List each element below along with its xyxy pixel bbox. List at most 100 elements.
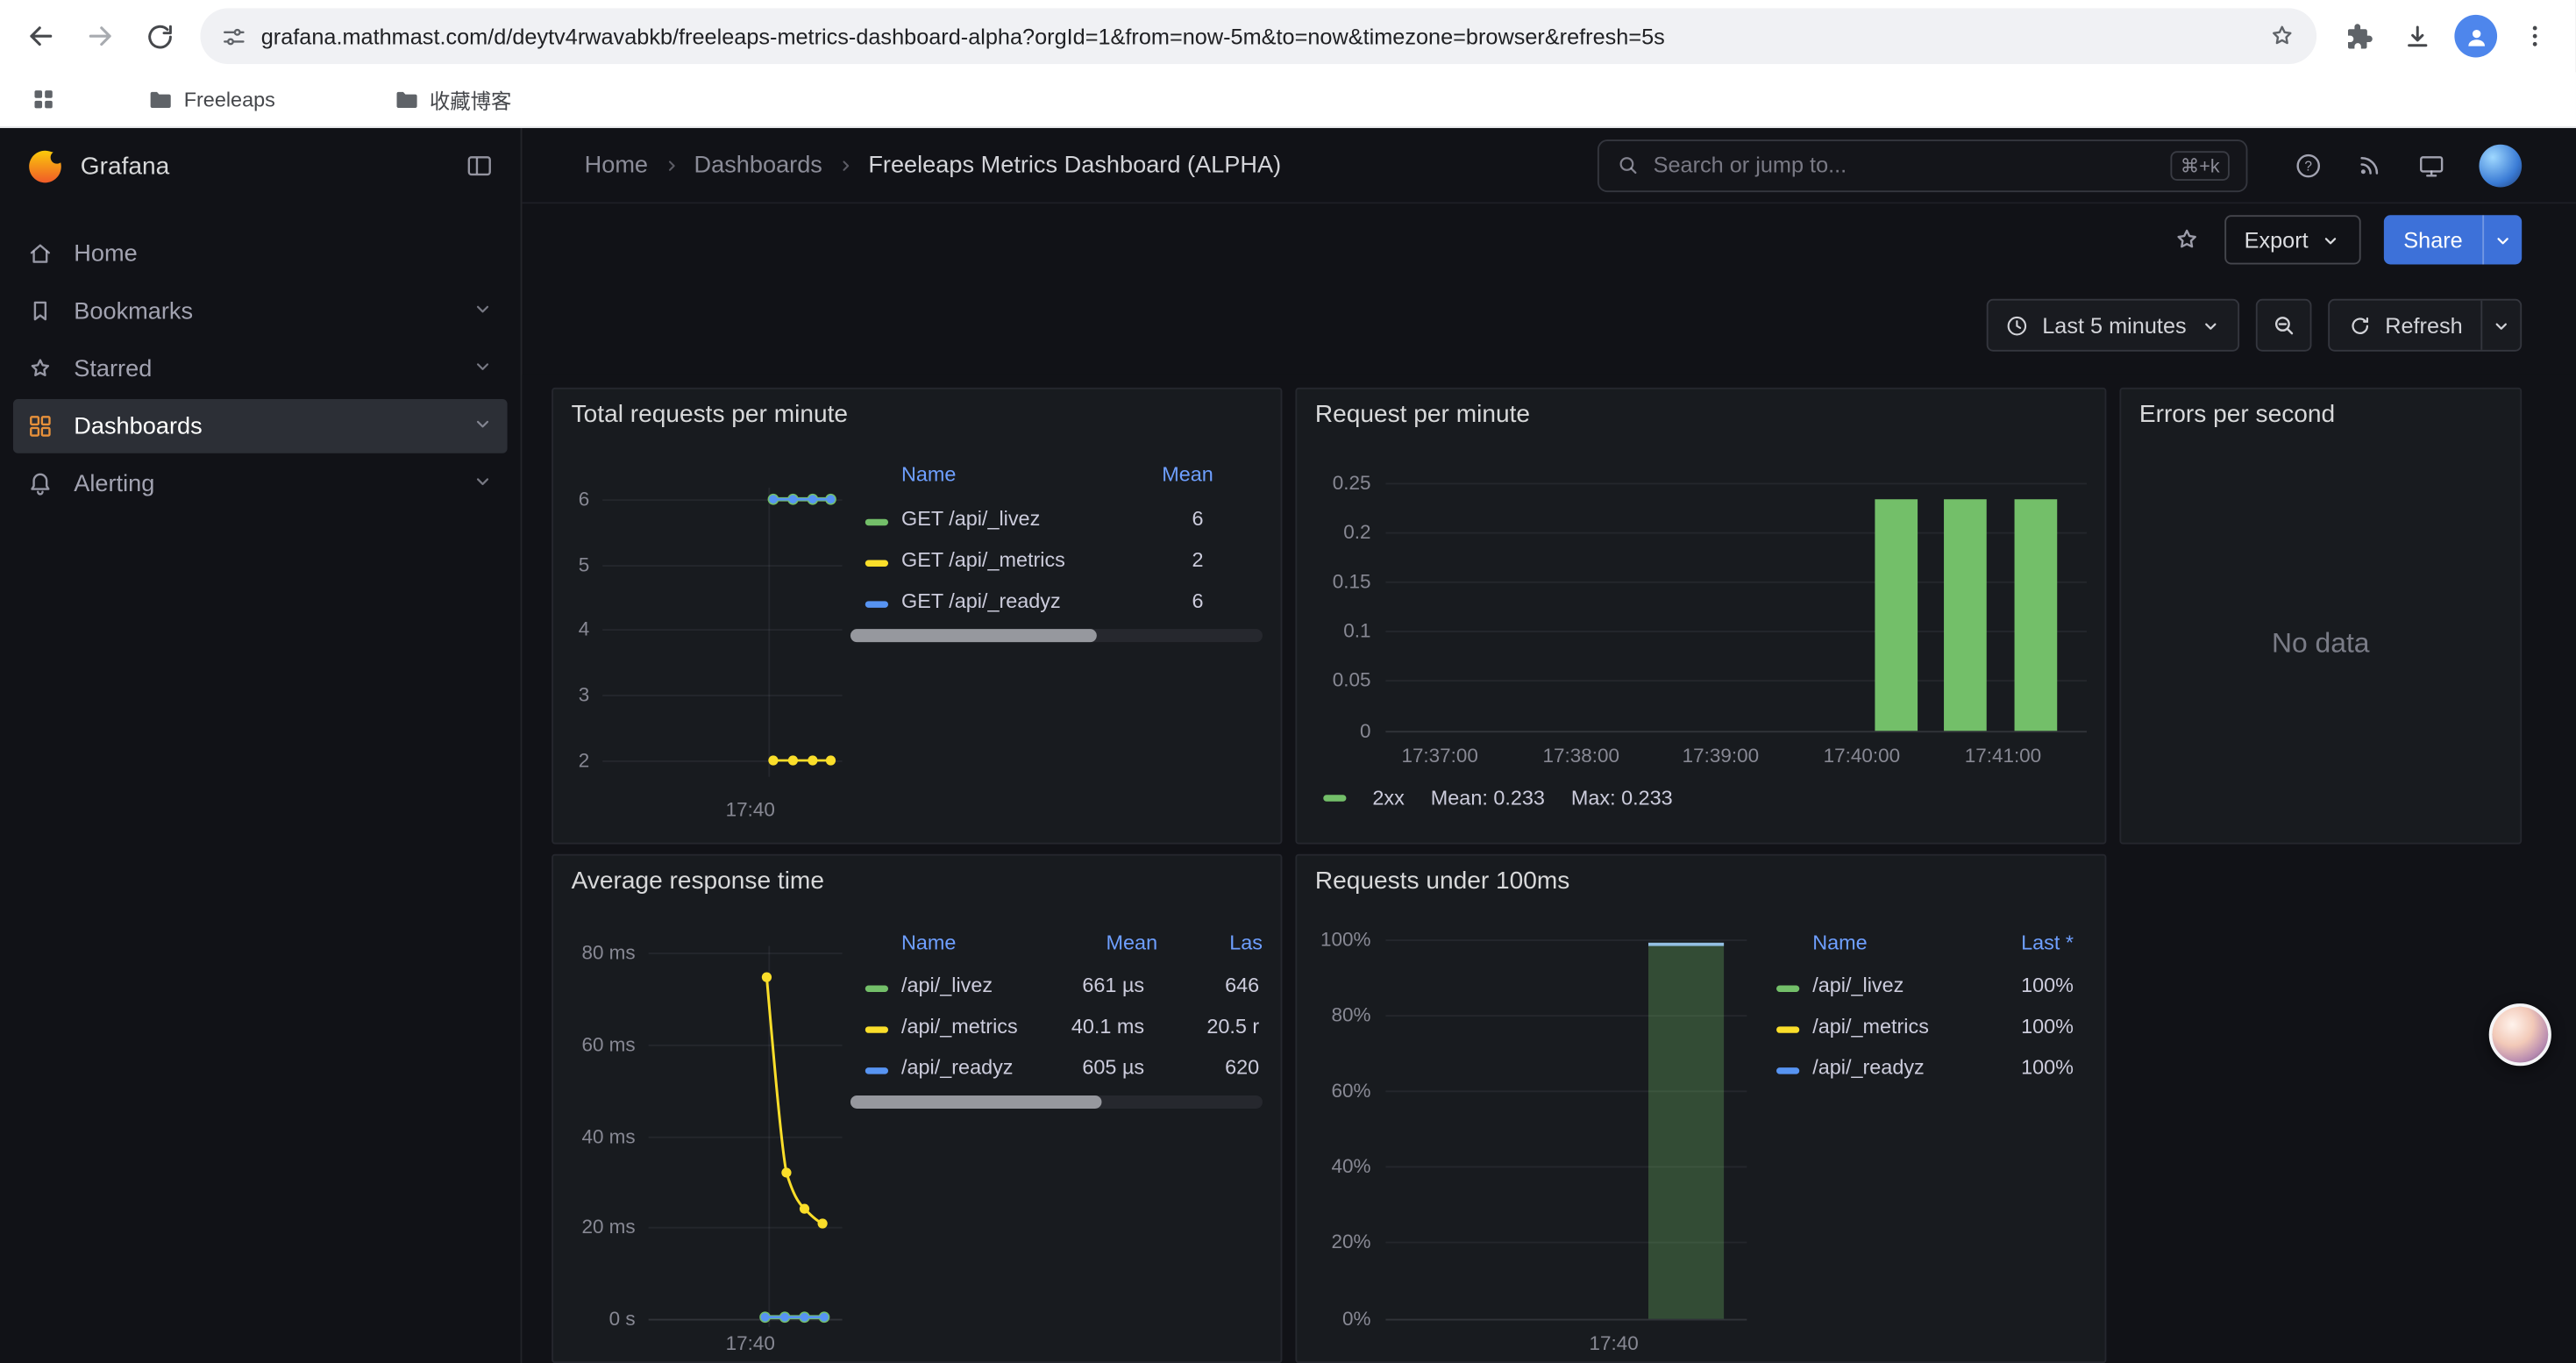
series-name[interactable]: 2xx [1372, 787, 1404, 810]
panel-title[interactable]: Requests under 100ms [1315, 867, 1569, 896]
export-label: Export [2245, 227, 2309, 252]
legend-header-name[interactable]: Name [901, 931, 956, 954]
share-button[interactable]: Share [2384, 215, 2522, 264]
panel-title[interactable]: Errors per second [2139, 401, 2335, 429]
refresh-interval-button[interactable] [2480, 301, 2520, 350]
legend-header-name[interactable]: Name [1812, 931, 1867, 954]
series-name[interactable]: GET /api/_livez [901, 508, 1040, 531]
favorite-dashboard-button[interactable] [2172, 225, 2202, 255]
panel-title[interactable]: Request per minute [1315, 401, 1530, 429]
sidebar-item-label: Home [74, 240, 137, 267]
panel-avg-response-time: Average response time 80 ms 60 ms 40 ms … [551, 854, 1282, 1363]
user-avatar[interactable] [2479, 144, 2522, 187]
bookmark-folder-blogs[interactable]: 收藏博客 [383, 79, 521, 120]
series-color-swatch [865, 601, 888, 607]
breadcrumb-home[interactable]: Home [585, 152, 648, 178]
export-button[interactable]: Export [2224, 215, 2360, 264]
series-mean: 40.1 ms [1071, 1015, 1144, 1038]
series-name[interactable]: /api/_readyz [901, 1056, 1014, 1079]
bookmark-star-icon[interactable] [2267, 21, 2297, 51]
legend-header-name[interactable]: Name [901, 463, 956, 486]
series-last: 20.5 r [1206, 1015, 1259, 1038]
y-tick: 80% [1306, 1003, 1371, 1026]
search-input[interactable] [1654, 153, 2158, 177]
series-name[interactable]: /api/_metrics [1812, 1015, 1929, 1038]
sidebar-item-label: Alerting [74, 470, 154, 496]
gridline [1385, 939, 1747, 941]
forward-button[interactable] [72, 8, 128, 64]
legend-header-last[interactable]: Last * [2021, 931, 2074, 954]
share-menu-button[interactable] [2482, 215, 2522, 264]
search-shortcut-badge: ⌘+k [2171, 150, 2230, 180]
bar-2xx[interactable] [1944, 499, 1987, 731]
y-tick: 40% [1306, 1154, 1371, 1177]
main-area: Home Dashboards Freeleaps Metrics Dashbo… [522, 128, 2575, 1363]
sidebar-item-starred[interactable]: Starred [13, 341, 508, 396]
chevron-down-icon[interactable] [471, 354, 494, 384]
series-color-swatch [865, 519, 888, 525]
legend-header-mean[interactable]: Mean [1162, 463, 1213, 486]
sidebar-item-alerting[interactable]: Alerting [13, 457, 508, 511]
search-box[interactable]: ⌘+k [1598, 139, 2248, 191]
legend-header-mean[interactable]: Mean [1107, 931, 1158, 954]
legend-scrollbar[interactable] [850, 1095, 1263, 1109]
chevron-down-icon[interactable] [471, 411, 494, 441]
puzzle-icon [2342, 20, 2373, 52]
chevron-down-icon [2492, 229, 2513, 250]
series-name[interactable]: /api/_livez [901, 974, 993, 996]
series-last: 646 [1225, 974, 1259, 996]
bookmark-folder-freeleaps[interactable]: Freeleaps [138, 82, 285, 118]
downloads-button[interactable] [2388, 8, 2444, 64]
sidebar-item-bookmarks[interactable]: Bookmarks [13, 284, 508, 339]
sidebar-item-home[interactable]: Home [13, 226, 508, 281]
time-range-picker[interactable]: Last 5 minutes [1987, 299, 2239, 352]
refresh-button[interactable]: Refresh [2330, 301, 2481, 350]
timeseries-plot[interactable] [553, 389, 1282, 845]
apps-shortcut-button[interactable] [19, 76, 65, 122]
kebab-menu-icon [2520, 21, 2550, 51]
series-name[interactable]: GET /api/_readyz [901, 589, 1061, 612]
url-bar[interactable]: grafana.mathmast.com/d/deytv4rwavabkb/fr… [200, 8, 2316, 64]
series-name[interactable]: /api/_readyz [1812, 1056, 1925, 1079]
share-label[interactable]: Share [2384, 215, 2482, 264]
extensions-button[interactable] [2330, 8, 2386, 64]
display-button[interactable] [2416, 150, 2446, 180]
reload-button[interactable] [132, 8, 188, 64]
help-button[interactable]: ? [2294, 150, 2323, 180]
header-icons: ? [2294, 144, 2522, 187]
scrollbar-thumb[interactable] [850, 629, 1097, 642]
legend-header-last[interactable]: Las [1229, 931, 1263, 954]
legend-scrollbar[interactable] [850, 629, 1263, 642]
scrollbar-thumb[interactable] [850, 1095, 1101, 1109]
chevron-down-icon[interactable] [471, 296, 494, 326]
x-tick: 17:40 [711, 1332, 790, 1355]
chevron-down-icon[interactable] [471, 469, 494, 499]
series-name[interactable]: /api/_metrics [901, 1015, 1018, 1038]
svg-text:?: ? [2304, 159, 2312, 174]
series-name[interactable]: /api/_livez [1812, 974, 1904, 996]
series-mean: 2 [1192, 548, 1204, 571]
profile-button[interactable] [2448, 8, 2504, 64]
bar-2xx[interactable] [2015, 499, 2058, 731]
url-text[interactable]: grafana.mathmast.com/d/deytv4rwavabkb/fr… [261, 24, 2254, 48]
y-tick: 0.05 [1306, 668, 1371, 691]
profile-avatar-icon [2454, 15, 2497, 58]
sidebar-item-dashboards[interactable]: Dashboards [13, 399, 508, 453]
grafana-logo-icon[interactable] [26, 147, 64, 185]
news-button[interactable] [2356, 151, 2384, 179]
bar-2xx[interactable] [1875, 499, 1918, 731]
dock-sidebar-icon [465, 151, 495, 181]
bar-under-100ms[interactable] [1648, 943, 1724, 1319]
y-tick: 0.2 [1306, 521, 1371, 544]
site-settings-icon[interactable] [220, 22, 248, 50]
series-color-swatch [865, 986, 888, 992]
collapse-sidebar-button[interactable] [465, 151, 495, 181]
back-button[interactable] [13, 8, 69, 64]
zoom-out-button[interactable] [2255, 299, 2311, 352]
series-name[interactable]: GET /api/_metrics [901, 548, 1065, 571]
panel-requests-under-100ms: Requests under 100ms 100% 80% 60% 40% 20… [1295, 854, 2106, 1363]
floating-assistant-avatar[interactable] [2489, 1003, 2551, 1066]
x-tick: 17:37:00 [1383, 744, 1498, 767]
browser-menu-button[interactable] [2507, 8, 2563, 64]
breadcrumb-dashboards[interactable]: Dashboards [694, 152, 822, 178]
